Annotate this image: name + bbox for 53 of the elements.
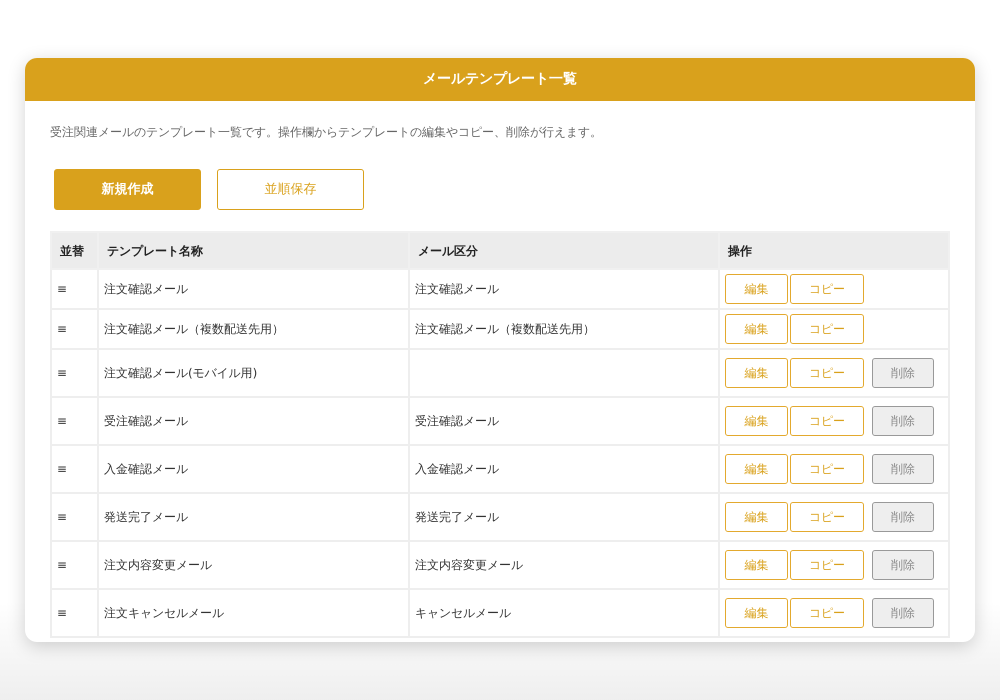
table-cell: 注文確認メール（複数配送先用） bbox=[409, 309, 719, 349]
table-cell: 受注確認メール bbox=[409, 397, 719, 445]
drag-handle[interactable]: ≡ bbox=[51, 349, 98, 397]
copy-button[interactable]: コピー bbox=[790, 406, 864, 436]
copy-button[interactable]: コピー bbox=[790, 314, 864, 344]
copy-button[interactable]: コピー bbox=[790, 598, 864, 628]
edit-button[interactable]: 編集 bbox=[725, 502, 788, 532]
drag-handle[interactable]: ≡ bbox=[51, 445, 98, 493]
table-cell: 受注確認メール bbox=[98, 397, 409, 445]
table-cell: 入金確認メール bbox=[98, 445, 409, 493]
table-cell: 入金確認メール bbox=[409, 445, 719, 493]
drag-handle[interactable]: ≡ bbox=[51, 397, 98, 445]
table-cell: キャンセルメール bbox=[409, 589, 719, 637]
table-cell: 注文確認メール bbox=[98, 269, 409, 309]
drag-handle[interactable]: ≡ bbox=[51, 493, 98, 541]
edit-button[interactable]: 編集 bbox=[725, 274, 788, 304]
description-text: 受注関連メールのテンプレート一覧です。操作欄からテンプレートの編集やコピー、削除が行えます。 bbox=[50, 124, 603, 141]
table-cell: 注文内容変更メール bbox=[98, 541, 409, 589]
delete-button[interactable]: 削除 bbox=[872, 598, 934, 628]
column-header: メール区分 bbox=[409, 232, 719, 269]
table-cell: 注文内容変更メール bbox=[409, 541, 719, 589]
table-cell: 注文確認メール(モバイル用) bbox=[98, 349, 409, 397]
delete-button[interactable]: 削除 bbox=[872, 550, 934, 580]
table-cell: 注文確認メール（複数配送先用） bbox=[98, 309, 409, 349]
copy-button[interactable]: コピー bbox=[790, 502, 864, 532]
table-cell: 注文確認メール bbox=[409, 269, 719, 309]
copy-button[interactable]: コピー bbox=[790, 358, 864, 388]
drag-handle[interactable]: ≡ bbox=[51, 589, 98, 637]
copy-button[interactable]: コピー bbox=[790, 274, 864, 304]
panel-title: メールテンプレート一覧 bbox=[25, 58, 975, 101]
column-header: 並替 bbox=[51, 232, 98, 269]
create-button[interactable]: 新規作成 bbox=[54, 169, 201, 210]
edit-button[interactable]: 編集 bbox=[725, 406, 788, 436]
edit-button[interactable]: 編集 bbox=[725, 550, 788, 580]
delete-button[interactable]: 削除 bbox=[872, 358, 934, 388]
table-cell: 発送完了メール bbox=[409, 493, 719, 541]
edit-button[interactable]: 編集 bbox=[725, 454, 788, 484]
save-order-button[interactable]: 並順保存 bbox=[217, 169, 364, 210]
drag-handle[interactable]: ≡ bbox=[51, 541, 98, 589]
table-cell: 注文キャンセルメール bbox=[98, 589, 409, 637]
delete-button[interactable]: 削除 bbox=[872, 406, 934, 436]
drag-handle[interactable]: ≡ bbox=[51, 309, 98, 349]
delete-button[interactable]: 削除 bbox=[872, 454, 934, 484]
column-header: テンプレート名称 bbox=[98, 232, 409, 269]
edit-button[interactable]: 編集 bbox=[725, 314, 788, 344]
copy-button[interactable]: コピー bbox=[790, 454, 864, 484]
column-header: 操作 bbox=[719, 232, 949, 269]
edit-button[interactable]: 編集 bbox=[725, 598, 788, 628]
edit-button[interactable]: 編集 bbox=[725, 358, 788, 388]
delete-button[interactable]: 削除 bbox=[872, 502, 934, 532]
table-cell: 発送完了メール bbox=[98, 493, 409, 541]
copy-button[interactable]: コピー bbox=[790, 550, 864, 580]
drag-handle[interactable]: ≡ bbox=[51, 269, 98, 309]
